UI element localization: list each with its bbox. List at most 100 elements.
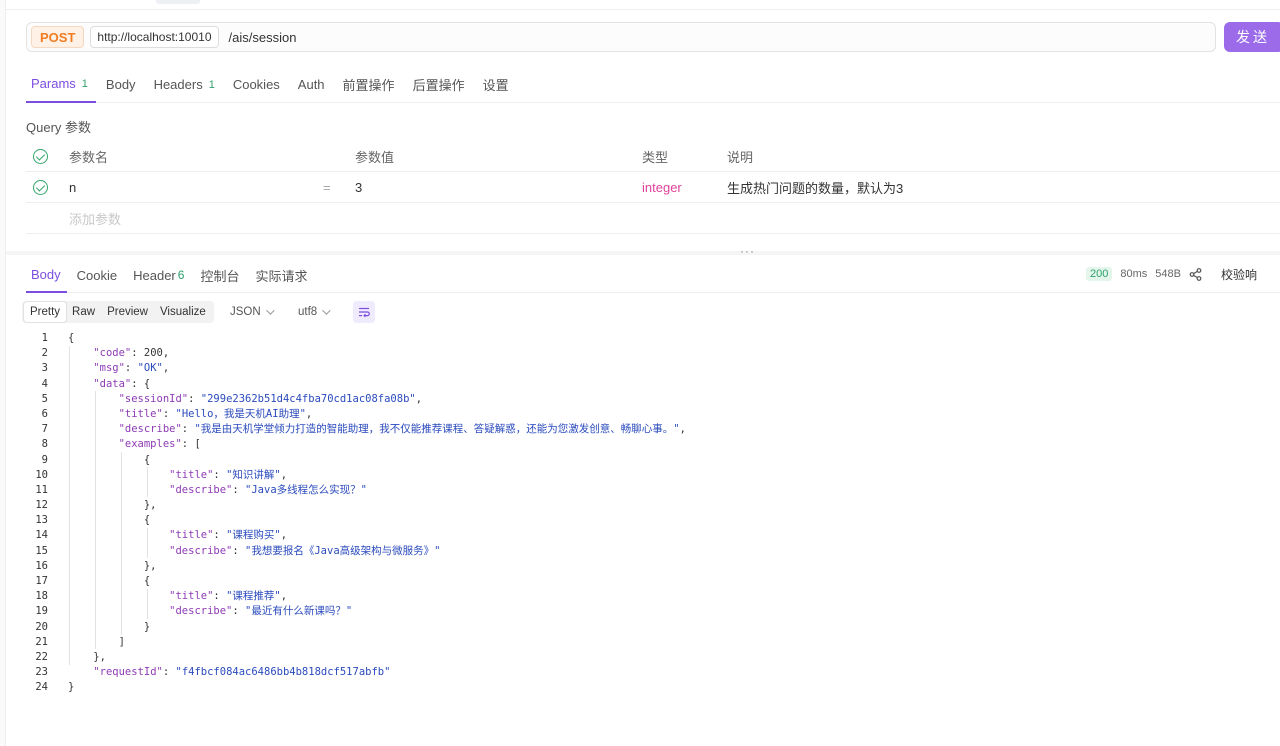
- line-number: 24: [35, 681, 48, 694]
- resize-handle-icon[interactable]: ···: [740, 244, 755, 258]
- status-badge: 200: [1086, 267, 1113, 281]
- line-text: "describe": "最近有什么新课吗？": [169, 605, 353, 618]
- encoding-select[interactable]: utf8: [298, 302, 331, 322]
- code-line: 9 {: [26, 453, 1280, 468]
- table-row: n = 3 integer 生成热门问题的数量，默认为3: [26, 172, 1280, 203]
- line-text: },: [68, 559, 157, 572]
- line-number: 4: [41, 377, 48, 390]
- format-value: JSON: [230, 306, 261, 318]
- word-wrap-button[interactable]: [353, 301, 375, 323]
- tab-count: 1: [208, 78, 215, 91]
- line-number: 12: [35, 499, 48, 512]
- line-text: ]: [68, 635, 125, 648]
- view-mode-toggle: Pretty Raw Preview Visualize: [22, 301, 214, 323]
- wrap-icon: [359, 307, 370, 317]
- line-number: 21: [35, 635, 48, 648]
- line-number: 7: [41, 423, 48, 436]
- col-header-type: 类型: [642, 150, 669, 165]
- col-header-desc: 说明: [727, 150, 754, 165]
- code-line: 8 "examples": [: [26, 437, 1280, 452]
- line-number: 18: [35, 590, 48, 603]
- tab-post-processors[interactable]: 后置操作: [405, 66, 473, 103]
- line-text: "title": "课程推荐",: [169, 590, 288, 603]
- tab-params[interactable]: Params 1: [26, 66, 96, 103]
- path-input[interactable]: /ais/session: [229, 30, 297, 45]
- view-preview[interactable]: Preview: [101, 302, 154, 322]
- code-line: 19 "describe": "最近有什么新课吗？": [26, 604, 1280, 619]
- tab-label: Cookie: [76, 267, 118, 283]
- line-text: "msg": "OK",: [93, 362, 170, 375]
- chevron-down-icon: [322, 306, 331, 315]
- line-text: "describe": "我想要报名《Java高级架构与微服务》": [169, 544, 441, 557]
- tab-hint: [156, 0, 200, 4]
- line-number: 5: [41, 392, 48, 405]
- line-number: 19: [35, 605, 48, 618]
- line-number: 2: [41, 347, 48, 360]
- code-line: 10 "title": "知识讲解",: [26, 468, 1280, 483]
- url-bar[interactable]: POST http://localhost:10010 /ais/session: [26, 22, 1216, 52]
- line-number: 23: [35, 666, 48, 679]
- code-line: 6 "title": "Hello，我是天机AI助理",: [26, 407, 1280, 422]
- host-prefix[interactable]: http://localhost:10010: [90, 26, 219, 48]
- code-line: 14 "title": "课程购买",: [26, 528, 1280, 543]
- tab-label: 前置操作: [342, 78, 395, 93]
- code-line: 22 },: [26, 650, 1280, 665]
- add-param-row: 添加参数: [26, 203, 1280, 234]
- code-line: 20 }: [26, 620, 1280, 635]
- line-number: 1: [41, 332, 48, 344]
- view-pretty[interactable]: Pretty: [24, 302, 67, 322]
- code-line: 4 "data": {: [26, 377, 1280, 392]
- code-line: 15 "describe": "我想要报名《Java高级架构与微服务》": [26, 544, 1280, 559]
- row-enable-checkbox[interactable]: [33, 172, 49, 203]
- param-desc-input[interactable]: 生成热门问题的数量，默认为3: [727, 172, 903, 203]
- response-time: 80ms: [1120, 268, 1148, 280]
- tab-pre-processors[interactable]: 前置操作: [335, 66, 403, 103]
- line-number: 17: [35, 575, 48, 587]
- tab-console[interactable]: 控制台: [194, 257, 245, 293]
- tab-response-body[interactable]: Body: [26, 257, 67, 293]
- line-text: "title": "知识讲解",: [169, 468, 288, 481]
- send-button[interactable]: 发送: [1224, 22, 1280, 52]
- share-icon[interactable]: [1189, 267, 1203, 281]
- col-header-value: 参数值: [355, 150, 395, 165]
- request-tabs: Params 1 Body Headers 1 Cookies Auth 前置操作 …: [26, 66, 1280, 103]
- tab-label: Headers: [153, 77, 203, 92]
- tab-response-cookie[interactable]: Cookie: [71, 257, 123, 293]
- tab-label: Cookies: [232, 77, 280, 92]
- tab-body[interactable]: Body: [98, 66, 144, 103]
- tab-settings[interactable]: 设置: [475, 66, 517, 103]
- tab-actual-request[interactable]: 实际请求: [249, 257, 313, 293]
- add-param-input[interactable]: 添加参数: [69, 203, 121, 234]
- param-name-input[interactable]: n: [69, 172, 76, 203]
- code-line: 7 "describe": "我是由天机学堂倾力打造的智能助理，我不仅能推荐课程…: [26, 422, 1280, 437]
- check-circle-icon: [33, 180, 48, 195]
- tab-cookies[interactable]: Cookies: [225, 66, 288, 103]
- params-header-row: 参数名 参数值 类型 说明: [26, 141, 1280, 172]
- view-visualize[interactable]: Visualize: [154, 302, 212, 322]
- code-line: 2 "code": 200,: [26, 346, 1280, 361]
- tab-auth[interactable]: Auth: [290, 66, 333, 103]
- tab-response-header[interactable]: Header 6: [127, 257, 190, 293]
- response-body-code[interactable]: 1{2 "code": 200, 3 "msg": "OK", 4 "data": …: [26, 331, 1280, 696]
- method-select[interactable]: POST: [31, 26, 85, 48]
- response-size: 548B: [1155, 268, 1181, 280]
- param-type-select[interactable]: integer: [642, 172, 682, 203]
- tab-count: 6: [177, 268, 185, 282]
- tab-label: Auth: [297, 77, 325, 92]
- line-number: 9: [41, 453, 48, 466]
- line-text: "title": "Hello，我是天机AI助理",: [118, 407, 313, 420]
- tab-label: 控制台: [200, 268, 240, 284]
- line-number: 8: [41, 438, 48, 451]
- param-value-input[interactable]: 3: [355, 172, 362, 203]
- select-all-checkbox[interactable]: [33, 141, 49, 172]
- code-line: 23 "requestId": "f4fbcf084ac6486bb4b818d…: [26, 665, 1280, 680]
- chevron-down-icon: [265, 306, 275, 315]
- line-text: "sessionId": "299e2362b51d4c4fba70cd1ac0…: [118, 392, 423, 405]
- code-line: 5 "sessionId": "299e2362b51d4c4fba70cd1a…: [26, 392, 1280, 407]
- panel-divider[interactable]: [6, 251, 1280, 255]
- verify-response-button[interactable]: 校验响: [1221, 266, 1257, 283]
- view-raw[interactable]: Raw: [66, 302, 101, 322]
- format-select[interactable]: JSON: [230, 302, 275, 322]
- tab-headers[interactable]: Headers 1: [146, 66, 223, 103]
- line-text: "data": {: [93, 377, 151, 390]
